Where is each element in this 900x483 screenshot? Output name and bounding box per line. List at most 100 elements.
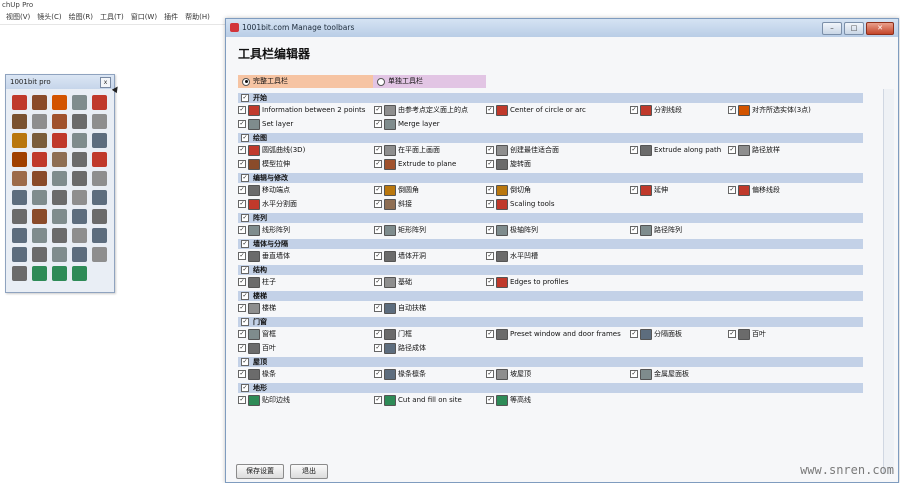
category-header[interactable]: ✓ 编辑与修改 xyxy=(238,173,863,183)
palette-tool-icon[interactable] xyxy=(12,133,27,148)
category-header[interactable]: ✓ 阵列 xyxy=(238,213,863,223)
toolbar-checkbox[interactable]: ✓ xyxy=(374,396,382,404)
mode-single-toolbar[interactable]: 单独工具栏 xyxy=(373,75,486,88)
toolbar-item[interactable]: ✓ 墙体开洞 xyxy=(374,249,426,263)
toolbar-checkbox[interactable]: ✓ xyxy=(486,226,494,234)
category-checkbox[interactable]: ✓ xyxy=(241,174,249,182)
1001bit-palette[interactable]: 1001bit pro x xyxy=(5,74,115,293)
toolbar-item[interactable]: ✓ 由参考点定义面上的点 xyxy=(374,103,468,117)
toolbar-checkbox[interactable]: ✓ xyxy=(374,252,382,260)
toolbar-checkbox[interactable]: ✓ xyxy=(374,278,382,286)
menu-item[interactable]: 绘图(R) xyxy=(69,10,93,24)
menu-item[interactable]: 镜头(C) xyxy=(37,10,61,24)
palette-tool-icon[interactable] xyxy=(92,190,107,205)
palette-tool-icon[interactable] xyxy=(52,228,67,243)
toolbar-checkbox[interactable]: ✓ xyxy=(238,120,246,128)
toolbar-checkbox[interactable]: ✓ xyxy=(486,160,494,168)
toolbar-checkbox[interactable]: ✓ xyxy=(238,160,246,168)
toolbar-item[interactable]: ✓ 斜接 xyxy=(374,197,412,211)
close-button[interactable]: ✕ xyxy=(866,22,894,35)
category-header[interactable]: ✓ 墙体与分隔 xyxy=(238,239,863,249)
toolbar-checkbox[interactable]: ✓ xyxy=(630,186,638,194)
toolbar-checkbox[interactable]: ✓ xyxy=(728,186,736,194)
toolbar-checkbox[interactable]: ✓ xyxy=(374,370,382,378)
palette-tool-icon[interactable] xyxy=(52,266,67,281)
palette-tool-icon[interactable] xyxy=(72,247,87,262)
toolbar-checkbox[interactable]: ✓ xyxy=(486,106,494,114)
palette-titlebar[interactable]: 1001bit pro x xyxy=(6,75,114,89)
toolbar-checkbox[interactable]: ✓ xyxy=(728,330,736,338)
palette-tool-icon[interactable] xyxy=(92,95,107,110)
toolbar-item[interactable]: ✓ 分割线段 xyxy=(630,103,682,117)
menu-item[interactable]: 视图(V) xyxy=(6,10,30,24)
toolbar-item[interactable]: ✓ 旋转面 xyxy=(486,157,531,171)
palette-tool-icon[interactable] xyxy=(32,95,47,110)
toolbar-checkbox[interactable]: ✓ xyxy=(630,330,638,338)
toolbar-checkbox[interactable]: ✓ xyxy=(374,186,382,194)
toolbar-checkbox[interactable]: ✓ xyxy=(374,200,382,208)
toolbar-item[interactable]: ✓ 百叶 xyxy=(728,327,766,341)
toolbar-item[interactable]: ✓ 窗框 xyxy=(238,327,276,341)
toolbar-item[interactable]: ✓ 分隔面板 xyxy=(630,327,682,341)
menu-item[interactable]: 帮助(H) xyxy=(185,10,210,24)
toolbar-checkbox[interactable]: ✓ xyxy=(238,278,246,286)
toolbar-item[interactable]: ✓ Set layer xyxy=(238,117,293,131)
toolbar-checkbox[interactable]: ✓ xyxy=(374,160,382,168)
menu-item[interactable]: 工具(T) xyxy=(100,10,124,24)
toolbar-checkbox[interactable]: ✓ xyxy=(374,120,382,128)
toolbar-item[interactable]: ✓ 垂直墙体 xyxy=(238,249,290,263)
toolbar-checkbox[interactable]: ✓ xyxy=(374,106,382,114)
category-checkbox[interactable]: ✓ xyxy=(241,94,249,102)
toolbar-checkbox[interactable]: ✓ xyxy=(486,396,494,404)
palette-tool-icon[interactable] xyxy=(52,114,67,129)
toolbar-checkbox[interactable]: ✓ xyxy=(630,370,638,378)
palette-tool-icon[interactable] xyxy=(32,209,47,224)
toolbar-item[interactable]: ✓ 延伸 xyxy=(630,183,668,197)
toolbar-item[interactable]: ✓ 极轴阵列 xyxy=(486,223,538,237)
toolbar-item[interactable]: ✓ 椽条 xyxy=(238,367,276,381)
toolbar-item[interactable]: ✓ 线形阵列 xyxy=(238,223,290,237)
toolbar-checkbox[interactable]: ✓ xyxy=(486,186,494,194)
radio-single-toolbar[interactable] xyxy=(377,77,385,86)
palette-tool-icon[interactable] xyxy=(12,190,27,205)
category-checkbox[interactable]: ✓ xyxy=(241,240,249,248)
palette-tool-icon[interactable] xyxy=(52,133,67,148)
palette-tool-icon[interactable] xyxy=(12,95,27,110)
palette-tool-icon[interactable] xyxy=(52,152,67,167)
palette-tool-icon[interactable] xyxy=(12,171,27,186)
palette-tool-icon[interactable] xyxy=(72,133,87,148)
palette-tool-icon[interactable] xyxy=(92,133,107,148)
toolbar-checkbox[interactable]: ✓ xyxy=(486,278,494,286)
toolbar-item[interactable]: ✓ Edges to profiles xyxy=(486,275,569,289)
palette-tool-icon[interactable] xyxy=(12,209,27,224)
toolbar-item[interactable]: ✓ 圆弧曲线(3D) xyxy=(238,143,305,157)
palette-tool-icon[interactable] xyxy=(32,114,47,129)
palette-tool-icon[interactable] xyxy=(32,190,47,205)
toolbar-checkbox[interactable]: ✓ xyxy=(728,106,736,114)
toolbar-checkbox[interactable]: ✓ xyxy=(238,344,246,352)
category-checkbox[interactable]: ✓ xyxy=(241,358,249,366)
palette-tool-icon[interactable] xyxy=(72,209,87,224)
palette-tool-icon[interactable] xyxy=(72,266,87,281)
palette-tool-icon[interactable] xyxy=(52,247,67,262)
palette-tool-icon[interactable] xyxy=(72,114,87,129)
palette-tool-icon[interactable] xyxy=(92,209,107,224)
palette-tool-icon[interactable] xyxy=(52,190,67,205)
toolbar-checkbox[interactable]: ✓ xyxy=(374,226,382,234)
dialog-titlebar[interactable]: 1001bit.com Manage toolbars – □ ✕ xyxy=(226,19,898,37)
category-checkbox[interactable]: ✓ xyxy=(241,134,249,142)
toolbar-checkbox[interactable]: ✓ xyxy=(238,186,246,194)
mode-full-toolbar[interactable]: 完整工具栏 xyxy=(238,75,373,88)
palette-tool-icon[interactable] xyxy=(52,171,67,186)
toolbar-checkbox[interactable]: ✓ xyxy=(374,304,382,312)
toolbar-item[interactable]: ✓ 模型拉伸 xyxy=(238,157,290,171)
menu-item[interactable]: 窗口(W) xyxy=(131,10,157,24)
category-checkbox[interactable]: ✓ xyxy=(241,292,249,300)
palette-tool-icon[interactable] xyxy=(52,209,67,224)
maximize-button[interactable]: □ xyxy=(844,22,864,35)
toolbar-item[interactable]: ✓ Extrude along path xyxy=(630,143,721,157)
exit-button[interactable]: 退出 xyxy=(290,464,328,479)
palette-tool-icon[interactable] xyxy=(32,171,47,186)
category-header[interactable]: ✓ 绘图 xyxy=(238,133,863,143)
toolbar-item[interactable]: ✓ 等高线 xyxy=(486,393,531,407)
